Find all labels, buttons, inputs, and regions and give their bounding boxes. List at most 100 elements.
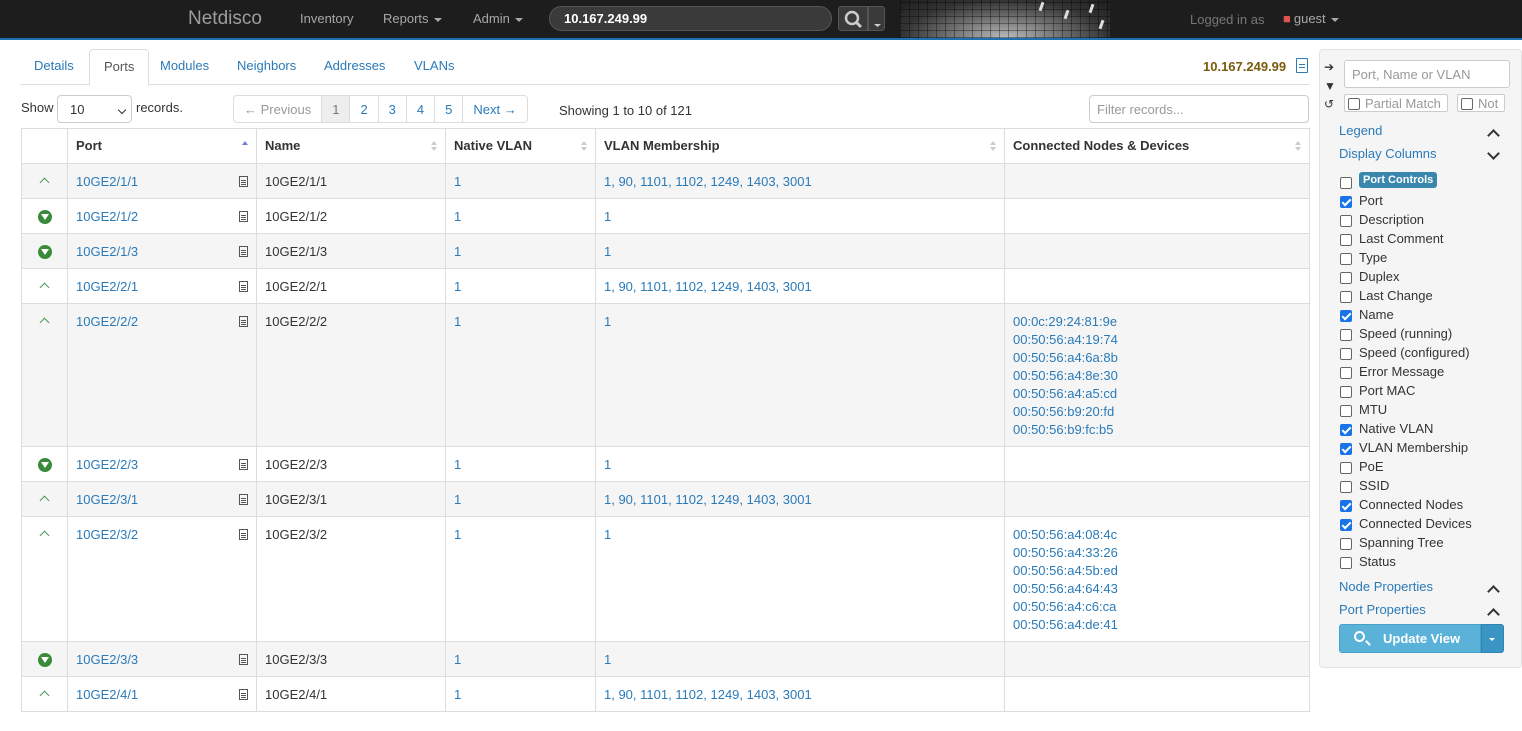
- checkbox[interactable]: [1340, 310, 1352, 322]
- node-mac-link[interactable]: 00:50:56:a4:c6:ca: [1013, 598, 1301, 616]
- node-mac-link[interactable]: 00:50:56:a4:a5:cd: [1013, 385, 1301, 403]
- tab-neighbors[interactable]: Neighbors: [223, 49, 310, 85]
- native-vlan-link[interactable]: 1: [454, 244, 461, 259]
- column-header-native-vlan[interactable]: Native VLAN: [445, 128, 596, 164]
- port-state-cell[interactable]: [21, 303, 68, 447]
- page-4-button[interactable]: 4: [405, 95, 436, 123]
- vlan-membership-link[interactable]: 1: [604, 314, 611, 329]
- document-icon[interactable]: [239, 689, 248, 700]
- chevron-up-icon[interactable]: [1487, 585, 1500, 598]
- checkbox[interactable]: [1340, 215, 1352, 227]
- vlan-membership-link[interactable]: 1, 90, 1101, 1102, 1249, 1403, 3001: [604, 687, 812, 702]
- chevron-up-icon[interactable]: [39, 690, 50, 701]
- node-mac-link[interactable]: 00:50:56:a4:19:74: [1013, 331, 1301, 349]
- update-view-button[interactable]: Update View: [1339, 624, 1481, 653]
- native-vlan-link[interactable]: 1: [454, 279, 461, 294]
- document-icon[interactable]: [239, 459, 248, 470]
- previous-page-button[interactable]: ← Previous: [233, 95, 323, 123]
- port-down-icon[interactable]: [37, 210, 52, 224]
- checkbox[interactable]: [1340, 500, 1352, 512]
- tab-modules[interactable]: Modules: [146, 49, 223, 85]
- nav-reports[interactable]: Reports: [383, 11, 442, 26]
- port-down-icon[interactable]: [37, 653, 52, 667]
- sign-in-icon[interactable]: ➔: [1324, 61, 1336, 73]
- checkbox[interactable]: [1340, 557, 1352, 569]
- document-icon[interactable]: [239, 654, 248, 665]
- chevron-down-icon[interactable]: [1487, 147, 1500, 160]
- port-link[interactable]: 10GE2/1/2: [76, 209, 138, 224]
- page-size-select[interactable]: 10: [57, 95, 132, 123]
- port-state-cell[interactable]: [21, 481, 68, 517]
- node-mac-link[interactable]: 00:50:56:a4:64:43: [1013, 580, 1301, 598]
- node-mac-link[interactable]: 00:50:56:a4:6a:8b: [1013, 349, 1301, 367]
- node-mac-link[interactable]: 00:50:56:a4:5b:ed: [1013, 562, 1301, 580]
- port-state-cell[interactable]: [21, 641, 68, 677]
- node-mac-link[interactable]: 00:0c:29:24:81:9e: [1013, 313, 1301, 331]
- legend-toggle[interactable]: Legend: [1339, 123, 1382, 138]
- vlan-membership-link[interactable]: 1, 90, 1101, 1102, 1249, 1403, 3001: [604, 492, 812, 507]
- port-link[interactable]: 10GE2/3/1: [76, 492, 138, 507]
- vlan-membership-link[interactable]: 1: [604, 209, 611, 224]
- port-link[interactable]: 10GE2/4/1: [76, 687, 138, 702]
- port-search-input[interactable]: Port, Name or VLAN: [1344, 60, 1510, 88]
- native-vlan-link[interactable]: 1: [454, 687, 461, 702]
- document-icon[interactable]: [1296, 58, 1308, 73]
- document-icon[interactable]: [239, 281, 248, 292]
- port-down-icon[interactable]: [37, 458, 52, 472]
- column-header-port[interactable]: Port: [67, 128, 257, 164]
- native-vlan-link[interactable]: 1: [454, 209, 461, 224]
- chevron-up-icon[interactable]: [39, 530, 50, 541]
- vlan-membership-link[interactable]: 1: [604, 652, 611, 667]
- column-header-vlan-membership[interactable]: VLAN Membership: [595, 128, 1005, 164]
- port-link[interactable]: 10GE2/1/1: [76, 174, 138, 189]
- node-mac-link[interactable]: 00:50:56:a4:de:41: [1013, 616, 1301, 634]
- checkbox[interactable]: [1461, 98, 1473, 110]
- port-state-cell[interactable]: [21, 233, 68, 269]
- checkbox[interactable]: [1340, 329, 1352, 341]
- partial-match-checkbox[interactable]: Partial Match: [1344, 94, 1448, 112]
- document-icon[interactable]: [239, 529, 248, 540]
- checkbox[interactable]: [1340, 196, 1352, 208]
- port-state-cell[interactable]: [21, 198, 68, 234]
- checkbox[interactable]: [1340, 177, 1352, 189]
- document-icon[interactable]: [239, 494, 248, 505]
- tab-details[interactable]: Details: [20, 49, 88, 85]
- display-columns-toggle[interactable]: Display Columns: [1339, 146, 1437, 161]
- node-mac-link[interactable]: 00:50:56:a4:33:26: [1013, 544, 1301, 562]
- checkbox[interactable]: [1340, 386, 1352, 398]
- chevron-up-icon[interactable]: [39, 282, 50, 293]
- node-mac-link[interactable]: 00:50:56:b9:20:fd: [1013, 403, 1301, 421]
- port-state-cell[interactable]: [21, 268, 68, 304]
- port-state-cell[interactable]: [21, 446, 68, 482]
- port-link[interactable]: 10GE2/2/2: [76, 314, 138, 329]
- checkbox[interactable]: [1340, 291, 1352, 303]
- checkbox[interactable]: [1348, 98, 1360, 110]
- checkbox[interactable]: [1340, 538, 1352, 550]
- document-icon[interactable]: [239, 176, 248, 187]
- vlan-membership-link[interactable]: 1, 90, 1101, 1102, 1249, 1403, 3001: [604, 279, 812, 294]
- native-vlan-link[interactable]: 1: [454, 652, 461, 667]
- vlan-membership-link[interactable]: 1: [604, 457, 611, 472]
- native-vlan-link[interactable]: 1: [454, 314, 461, 329]
- checkbox[interactable]: [1340, 367, 1352, 379]
- native-vlan-link[interactable]: 1: [454, 174, 461, 189]
- brand-logo[interactable]: Netdisco: [188, 8, 262, 30]
- document-icon[interactable]: [239, 211, 248, 222]
- node-mac-link[interactable]: 00:50:56:a4:08:4c: [1013, 526, 1301, 544]
- checkbox[interactable]: [1340, 272, 1352, 284]
- pin-icon[interactable]: ▼: [1324, 80, 1336, 92]
- port-properties-toggle[interactable]: Port Properties: [1339, 602, 1426, 617]
- tab-addresses[interactable]: Addresses: [310, 49, 399, 85]
- port-link[interactable]: 10GE2/3/2: [76, 527, 138, 542]
- device-search-input[interactable]: 10.167.249.99: [549, 6, 832, 31]
- port-link[interactable]: 10GE2/2/3: [76, 457, 138, 472]
- page-2-button[interactable]: 2: [349, 95, 379, 123]
- vlan-membership-link[interactable]: 1: [604, 527, 611, 542]
- chevron-up-icon[interactable]: [1487, 129, 1500, 142]
- chevron-up-icon[interactable]: [39, 495, 50, 506]
- user-menu[interactable]: ■ guest: [1283, 11, 1339, 26]
- port-link[interactable]: 10GE2/1/3: [76, 244, 138, 259]
- vlan-membership-link[interactable]: 1: [604, 244, 611, 259]
- document-icon[interactable]: [239, 246, 248, 257]
- next-page-button[interactable]: Next →: [462, 95, 528, 123]
